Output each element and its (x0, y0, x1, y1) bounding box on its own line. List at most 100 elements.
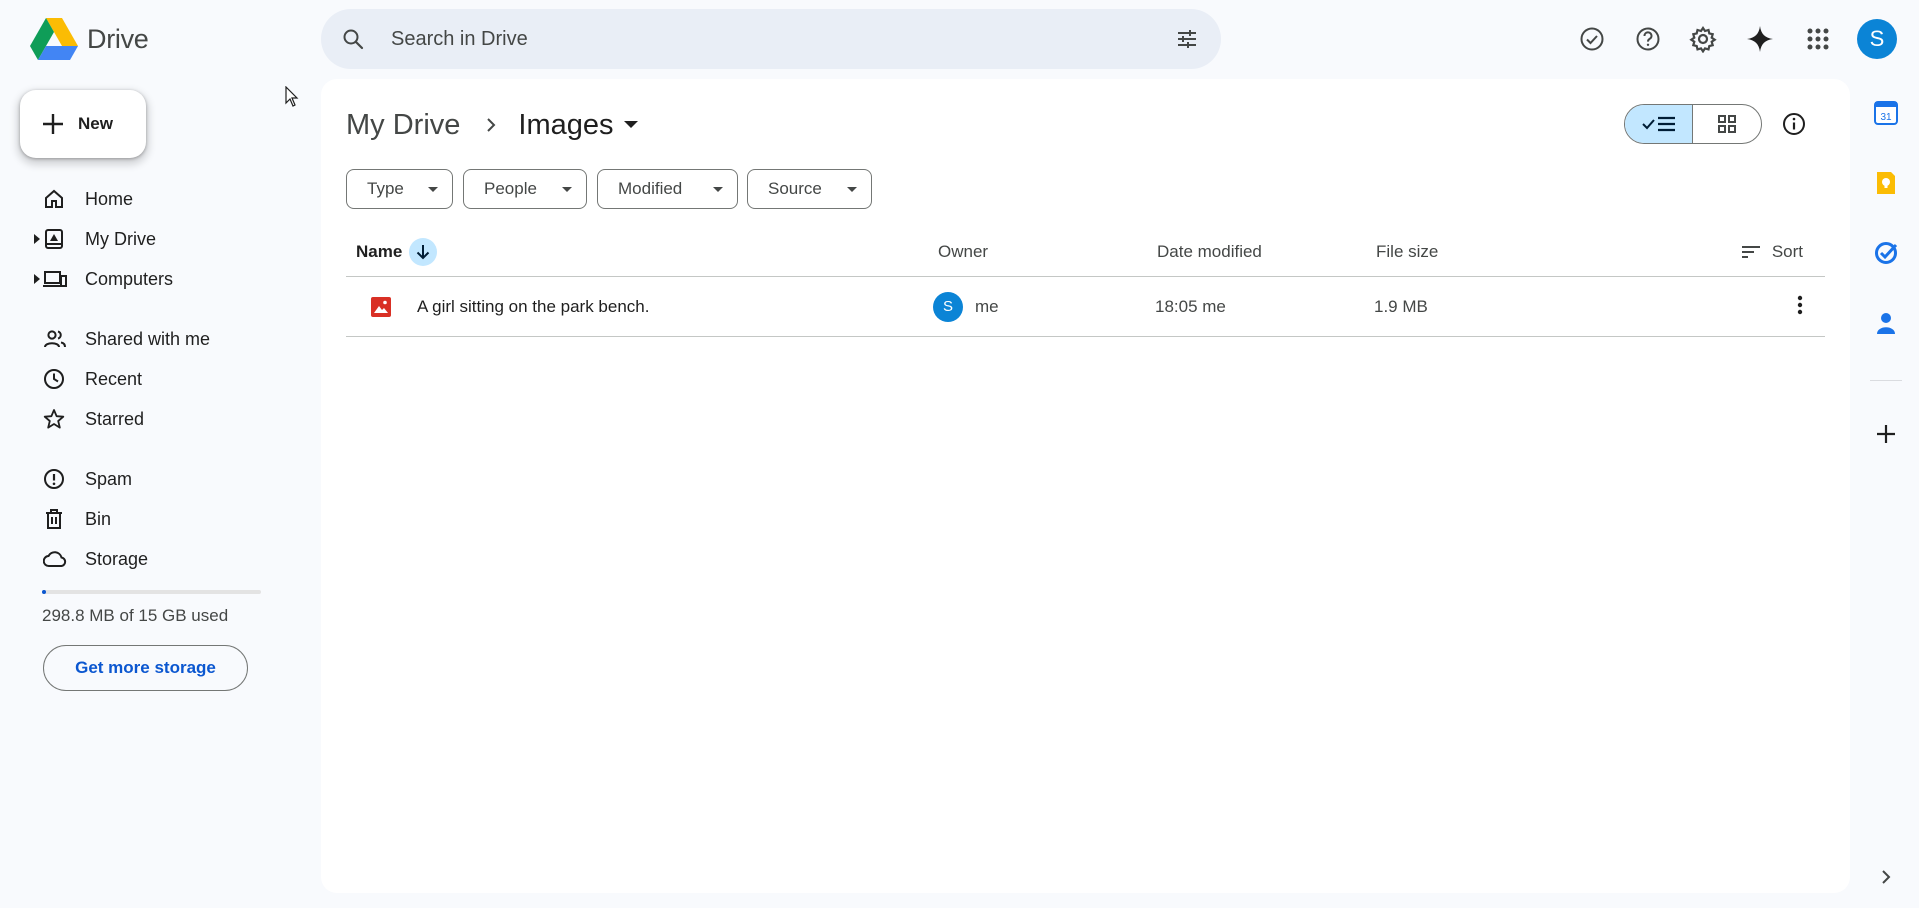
sidebar-item-recent[interactable]: Recent (34, 359, 304, 399)
expand-side-panel-icon[interactable] (1872, 863, 1900, 891)
computers-icon (43, 268, 67, 290)
mouse-cursor-icon (285, 86, 299, 108)
filter-chip-label: Source (768, 179, 822, 198)
filter-people-chip[interactable]: People (463, 169, 587, 209)
home-icon (43, 188, 65, 210)
contacts-icon[interactable] (1872, 309, 1900, 337)
more-actions-icon[interactable] (1797, 295, 1803, 315)
filter-chip-label: Modified (618, 179, 683, 198)
filter-type-chip[interactable]: Type (346, 169, 453, 209)
sidebar-item-label: Recent (85, 368, 143, 389)
column-name-label: Name (356, 242, 403, 261)
sidebar-item-my-drive[interactable]: My Drive (34, 219, 304, 259)
star-icon (43, 408, 65, 430)
file-size: 1.9 MB (1374, 297, 1428, 316)
bin-icon (43, 508, 65, 530)
sidebar-item-label: Computers (85, 268, 174, 289)
column-header-file-size[interactable]: File size (1376, 227, 1438, 277)
app-name: Drive (87, 23, 149, 54)
filter-chip-label: People (484, 179, 537, 198)
settings-icon[interactable] (1685, 21, 1721, 57)
breadcrumb-my-drive[interactable]: My Drive (346, 109, 460, 142)
expand-caret-icon[interactable] (34, 274, 40, 284)
search-bar[interactable]: Search in Drive (321, 9, 1221, 69)
sort-direction-arrow-icon[interactable] (409, 238, 438, 266)
sort-label: Sort (1771, 242, 1803, 261)
gemini-icon[interactable] (1742, 21, 1778, 57)
new-button[interactable]: New (20, 90, 146, 158)
sidebar-item-label: Storage (85, 548, 149, 569)
sidebar-item-computers[interactable]: Computers (34, 259, 304, 299)
sort-button[interactable]: Sort (1741, 227, 1803, 277)
sidebar-item-storage[interactable]: Storage (34, 539, 304, 579)
new-button-label: New (78, 114, 113, 133)
grid-icon (1718, 115, 1736, 133)
search-input[interactable]: Search in Drive (391, 9, 528, 69)
sidebar-item-home[interactable]: Home (34, 179, 304, 219)
column-header-name[interactable]: Name (356, 227, 438, 277)
dropdown-arrow-icon (847, 187, 857, 193)
info-icon[interactable] (1777, 107, 1811, 141)
check-list-icon (1641, 115, 1676, 133)
file-table: Name Owner Date modified File size Sort … (346, 227, 1825, 337)
file-name[interactable]: A girl sitting on the park bench. (417, 277, 649, 337)
owner-name: me (975, 297, 999, 316)
sidebar-item-label: Starred (85, 408, 145, 429)
folder-menu-dropdown-icon[interactable] (623, 121, 638, 129)
date-modified: 18:05 me (1155, 297, 1226, 316)
sidebar-item-label: Bin (85, 508, 112, 529)
main-panel: My Drive Images Type People Modified Sou… (321, 79, 1850, 893)
image-file-icon (371, 297, 391, 317)
clock-icon (43, 368, 65, 390)
spam-icon (43, 468, 65, 490)
grid-view-button[interactable] (1693, 105, 1761, 143)
view-toggle (1624, 104, 1762, 144)
table-row[interactable]: A girl sitting on the park bench. S me 1… (346, 277, 1825, 337)
sidebar-item-bin[interactable]: Bin (34, 499, 304, 539)
drive-logo[interactable]: Drive (30, 18, 149, 60)
storage-usage-fill (42, 590, 47, 594)
breadcrumb-current-folder[interactable]: Images (518, 109, 613, 142)
filter-source-chip[interactable]: Source (747, 169, 872, 209)
help-icon[interactable] (1630, 21, 1666, 57)
ready-for-offline-icon[interactable] (1574, 21, 1610, 57)
calendar-day: 31 (1880, 112, 1892, 123)
get-more-storage-button[interactable]: Get more storage (43, 645, 248, 691)
keep-icon[interactable] (1872, 169, 1900, 197)
sidebar-item-label: Home (85, 188, 134, 209)
column-header-date-modified[interactable]: Date modified (1157, 227, 1262, 277)
column-header-owner[interactable]: Owner (938, 227, 988, 277)
dropdown-arrow-icon (562, 187, 572, 193)
sidebar-item-shared-with-me[interactable]: Shared with me (34, 319, 304, 359)
my-drive-icon (43, 228, 65, 250)
dropdown-arrow-icon (713, 187, 723, 193)
tasks-icon[interactable] (1872, 239, 1900, 267)
add-app-icon[interactable] (1872, 420, 1900, 448)
owner-avatar: S (933, 292, 963, 322)
dropdown-arrow-icon (428, 187, 438, 193)
top-bar: Drive Search in Drive S (0, 0, 1919, 78)
filter-modified-chip[interactable]: Modified (597, 169, 738, 209)
sidebar-item-label: My Drive (85, 228, 156, 249)
cloud-icon (43, 548, 67, 570)
sidebar-item-starred[interactable]: Starred (34, 399, 304, 439)
account-avatar[interactable]: S (1857, 19, 1897, 59)
plus-icon (42, 113, 64, 135)
shared-icon (43, 328, 67, 350)
sidebar-item-label: Shared with me (85, 328, 211, 349)
chevron-right-icon (486, 117, 496, 133)
drive-logo-icon (30, 18, 78, 60)
search-icon[interactable] (341, 27, 365, 51)
storage-usage-bar (42, 590, 261, 594)
calendar-icon[interactable]: 31 (1872, 99, 1900, 127)
table-header: Name Owner Date modified File size Sort (346, 227, 1825, 277)
breadcrumb: My Drive Images (346, 105, 638, 145)
apps-grid-icon[interactable] (1800, 21, 1836, 57)
list-view-button[interactable] (1625, 105, 1693, 143)
sidebar-item-label: Spam (85, 468, 133, 489)
sidebar-item-spam[interactable]: Spam (34, 459, 304, 499)
storage-used-text: 298.8 MB of 15 GB used (42, 606, 229, 625)
expand-caret-icon[interactable] (34, 234, 40, 244)
search-options-icon[interactable] (1175, 27, 1199, 51)
filter-chip-label: Type (367, 179, 404, 198)
